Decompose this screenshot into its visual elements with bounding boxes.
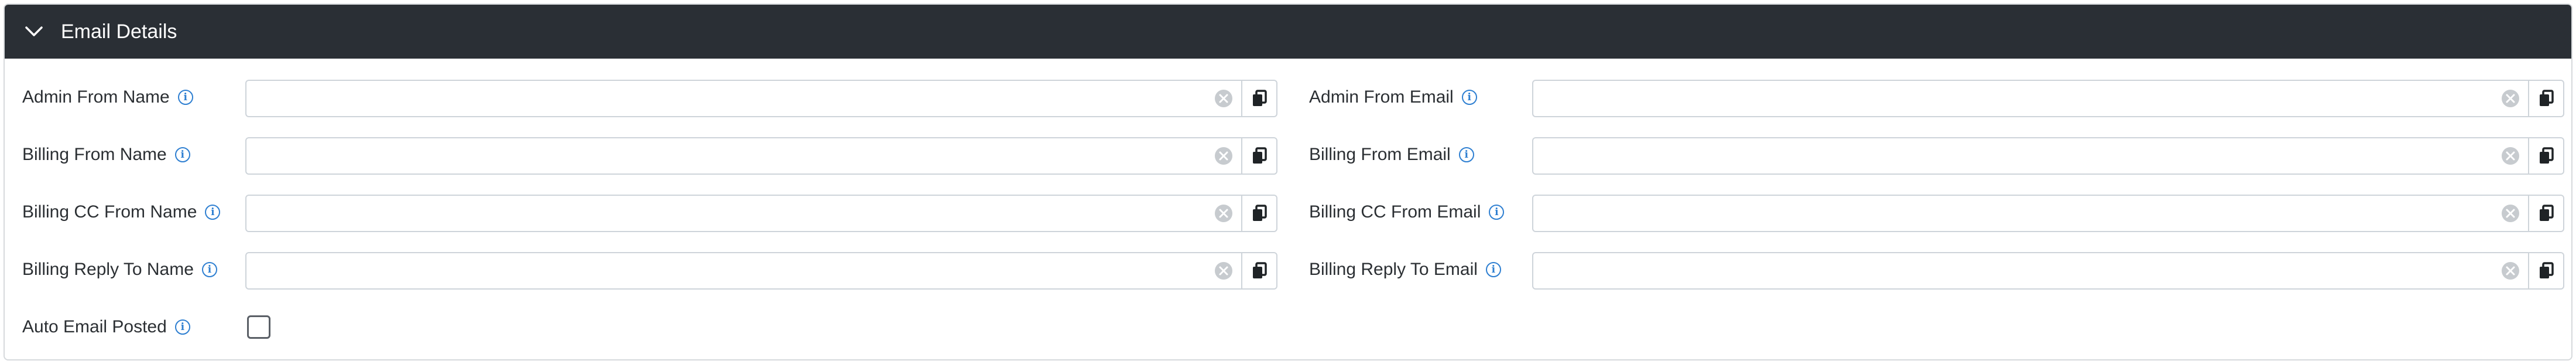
billing-from-email-input[interactable] [1533,138,2493,174]
billing-from-name-input[interactable] [246,138,1206,174]
admin-from-name-input[interactable] [246,81,1206,116]
billing-cc-from-name-input[interactable] [246,196,1206,231]
clear-icon[interactable] [2493,81,2528,116]
admin-from-name-group: Admin From Name i [19,76,1277,118]
admin-from-name-input-group [245,80,1277,117]
billing-cc-from-email-group: Billing CC From Email i [1306,191,2564,233]
copy-icon[interactable] [2528,253,2563,288]
billing-cc-from-name-label: Billing CC From Name i [22,191,221,233]
billing-from-email-group: Billing From Email i [1306,134,2564,176]
chevron-down-icon[interactable] [22,20,46,43]
form-row: Billing From Name i Billing From Email i [5,134,2571,176]
billing-cc-from-email-input-group [1532,195,2564,232]
admin-from-email-input[interactable] [1533,81,2493,116]
billing-reply-to-name-input-group [245,252,1277,290]
auto-email-posted-checkbox[interactable] [247,315,270,339]
billing-reply-to-email-label: Billing Reply To Email i [1309,249,1501,291]
billing-reply-to-name-input[interactable] [246,253,1206,288]
info-icon[interactable]: i [177,90,193,105]
admin-from-email-label: Admin From Email i [1309,76,1477,118]
form-row: Auto Email Posted i [5,306,2571,348]
billing-from-name-label: Billing From Name i [22,134,190,176]
billing-reply-to-email-input-group [1532,252,2564,290]
clear-icon[interactable] [1206,253,1241,288]
billing-reply-to-email-group: Billing Reply To Email i [1306,249,2564,291]
info-icon[interactable]: i [1485,262,1501,277]
billing-cc-from-email-label: Billing CC From Email i [1309,191,1505,233]
form-row: Billing Reply To Name i Billing Reply To… [5,249,2571,291]
email-details-panel: Email Details Admin From Name i Admin Fr… [4,4,2572,360]
admin-from-email-input-group [1532,80,2564,117]
copy-icon[interactable] [2528,138,2563,174]
billing-reply-to-name-label: Billing Reply To Name i [22,249,217,291]
auto-email-posted-label: Auto Email Posted i [22,306,190,348]
form-grid: Admin From Name i Admin From Email i Bil… [5,59,2571,359]
clear-icon[interactable] [1206,81,1241,116]
info-icon[interactable]: i [1458,147,1474,162]
copy-icon[interactable] [2528,196,2563,231]
panel-header[interactable]: Email Details [5,5,2571,59]
info-icon[interactable]: i [1461,90,1477,105]
form-row: Billing CC From Name i Billing CC From E… [5,191,2571,233]
clear-icon[interactable] [2493,196,2528,231]
billing-cc-from-name-group: Billing CC From Name i [19,191,1277,233]
copy-icon[interactable] [1241,253,1276,288]
admin-from-name-label: Admin From Name i [22,76,193,118]
billing-from-email-label: Billing From Email i [1309,134,1474,176]
clear-icon[interactable] [1206,196,1241,231]
info-icon[interactable]: i [174,319,190,335]
form-row: Admin From Name i Admin From Email i [5,76,2571,118]
clear-icon[interactable] [1206,138,1241,174]
billing-reply-to-email-input[interactable] [1533,253,2493,288]
info-icon[interactable]: i [174,147,190,162]
auto-email-posted-group: Auto Email Posted i [19,306,1277,348]
clear-icon[interactable] [2493,253,2528,288]
copy-icon[interactable] [1241,138,1276,174]
admin-from-email-group: Admin From Email i [1306,76,2564,118]
copy-icon[interactable] [1241,196,1276,231]
billing-from-email-input-group [1532,137,2564,175]
copy-icon[interactable] [1241,81,1276,116]
billing-cc-from-email-input[interactable] [1533,196,2493,231]
billing-reply-to-name-group: Billing Reply To Name i [19,249,1277,291]
billing-from-name-input-group [245,137,1277,175]
billing-from-name-group: Billing From Name i [19,134,1277,176]
info-icon[interactable]: i [1489,205,1505,220]
copy-icon[interactable] [2528,81,2563,116]
panel-title: Email Details [61,20,177,43]
clear-icon[interactable] [2493,138,2528,174]
billing-cc-from-name-input-group [245,195,1277,232]
info-icon[interactable]: i [205,205,221,220]
info-icon[interactable]: i [201,262,217,277]
